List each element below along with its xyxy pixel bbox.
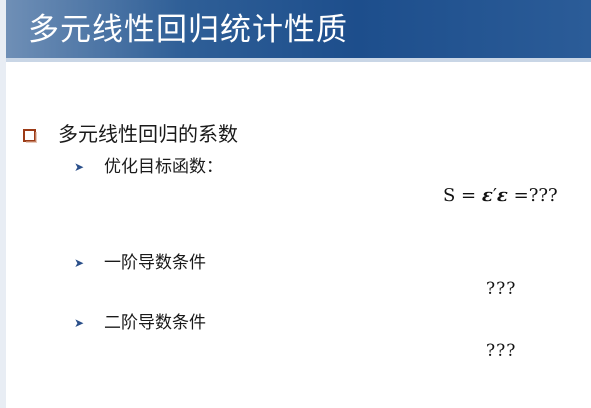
arrowhead-bullet-icon: ➤ [74, 316, 85, 330]
slide: 多元线性回归统计性质 多元线性回归的系数 ➤ 优化目标函数： S = ε′ε =… [0, 0, 591, 408]
first-order-answer: ??? [486, 279, 517, 299]
main-bullet-text: 多元线性回归的系数 [58, 122, 238, 146]
formula-epsilon-2: ε [496, 185, 508, 206]
sub-item-objective: 优化目标函数： [104, 157, 223, 177]
sub-item-second-order: 二阶导数条件 [104, 313, 206, 333]
hollow-square-bullet-icon [23, 129, 37, 143]
formula-epsilon-1: ε [481, 185, 493, 206]
title-bar: 多元线性回归统计性质 [6, 0, 591, 62]
formula-lhs: S = [443, 185, 477, 206]
arrowhead-bullet-icon: ➤ [74, 160, 85, 174]
objective-formula: S = ε′ε =??? [443, 183, 558, 209]
sub-item-first-order: 一阶导数条件 [104, 253, 206, 273]
slide-title: 多元线性回归统计性质 [28, 12, 348, 48]
second-order-answer: ??? [486, 341, 517, 361]
formula-rhs: =??? [513, 185, 558, 206]
arrowhead-bullet-icon: ➤ [74, 256, 85, 270]
